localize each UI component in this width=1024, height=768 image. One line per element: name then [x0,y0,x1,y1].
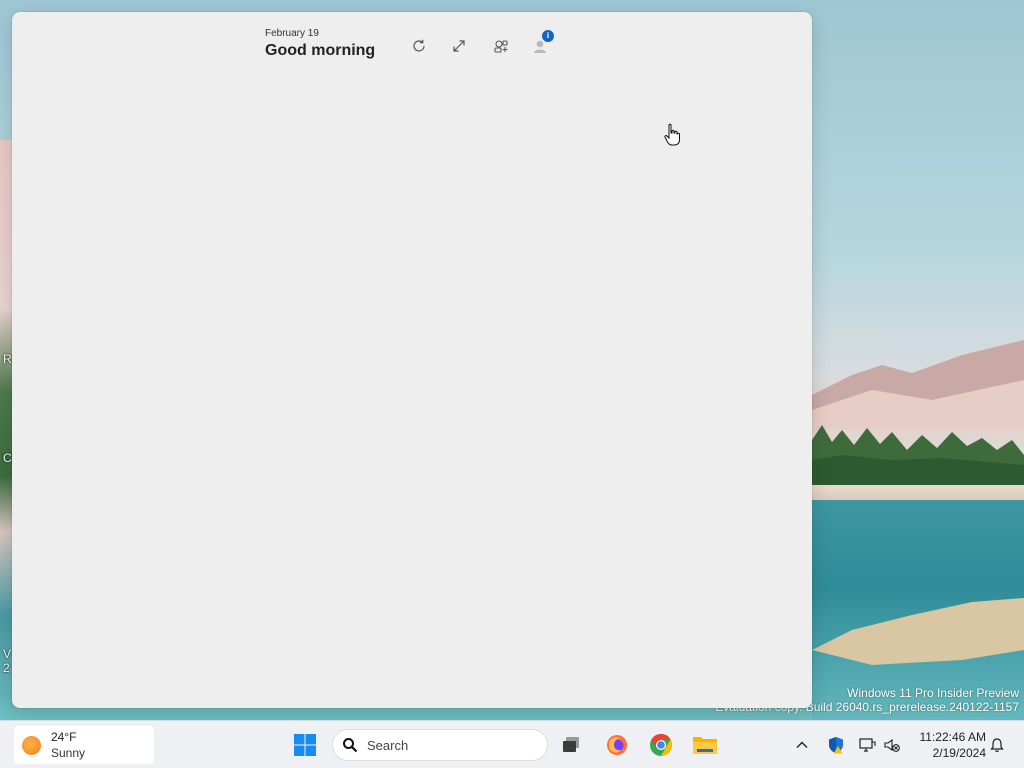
widgets-add-icon [494,40,508,53]
show-hidden-icons-button[interactable] [786,729,818,761]
desktop-icon-label-fragment: 2 [3,661,10,675]
task-view-icon [563,737,579,752]
notifications-button[interactable] [981,729,1013,761]
weather-temperature: 24°F [51,730,77,744]
desktop-icon-label-fragment: R [3,352,12,366]
windows-logo-icon [294,734,316,756]
refresh-button[interactable] [407,34,431,58]
security-tray-button[interactable] [820,729,852,761]
network-icon [859,738,876,752]
firefox-button[interactable] [601,729,633,761]
refresh-icon [413,39,425,52]
task-view-button[interactable] [555,729,587,761]
sun-icon [22,736,41,755]
bell-icon [990,738,1004,752]
profile-button[interactable]: i [528,30,554,58]
grass-island [812,598,1024,665]
weather-widget[interactable]: 24°F Sunny [14,726,154,764]
folder-icon [693,737,717,754]
wallpaper-left-strip [0,140,12,700]
volume-muted-icon [884,738,900,752]
desktop-icon-label-fragment: V [3,647,12,661]
volume-tray-button[interactable] [876,729,908,761]
chrome-button[interactable] [645,729,677,761]
chrome-icon [650,734,672,756]
notification-badge: i [542,30,554,42]
shield-warning-icon [829,737,843,754]
chevron-up-icon [796,741,808,748]
desktop-icon-label-fragment: C [3,451,12,465]
add-widgets-button[interactable] [489,34,513,58]
system-clock[interactable]: 11:22:46 AM 2/19/2024 [908,729,987,761]
widgets-panel: February 19 Good morning i [12,12,812,708]
expand-button[interactable] [447,34,471,58]
hand-cursor-icon [664,123,680,146]
search-placeholder: Search [367,738,409,753]
search-box[interactable]: Search [332,729,548,761]
taskbar: 24°F Sunny Search 11:22:46 AM 2/19/2024 [0,720,1024,768]
start-button[interactable] [289,729,321,761]
clock-time: 11:22:46 AM [919,730,987,744]
weather-condition: Sunny [51,746,86,760]
header-date: February 19 [265,28,319,39]
search-icon [343,738,358,753]
firefox-icon [607,735,627,755]
file-explorer-button[interactable] [689,729,721,761]
expand-icon [453,40,465,52]
clock-date: 2/19/2024 [932,746,986,760]
trees-scenery [812,425,1024,485]
header-greeting: Good morning [265,42,376,59]
